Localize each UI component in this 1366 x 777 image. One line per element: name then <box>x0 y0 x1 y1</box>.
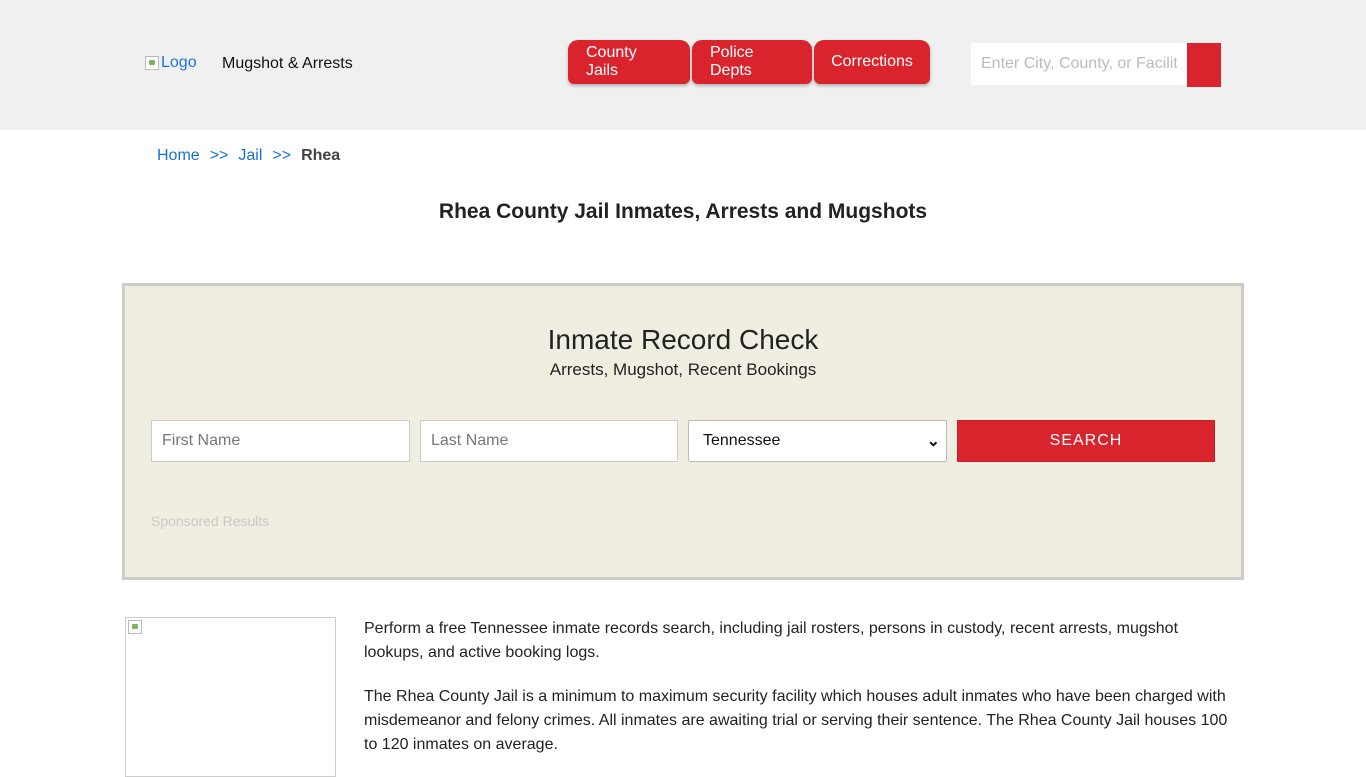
site-header: Logo Mugshot & Arrests County Jails Poli… <box>0 0 1366 130</box>
search-button[interactable]: SEARCH <box>957 420 1215 462</box>
panel-subtitle: Arrests, Mugshot, Recent Bookings <box>549 360 817 379</box>
breadcrumb-separator: >> <box>209 147 229 164</box>
last-name-input[interactable] <box>420 420 678 462</box>
content-paragraph: Perform a free Tennessee inmate records … <box>364 620 1179 661</box>
facility-search-button[interactable] <box>1187 43 1221 87</box>
state-select-value: Tennessee <box>703 432 781 449</box>
breadcrumb-current: Rhea <box>301 147 341 164</box>
breadcrumb-home[interactable]: Home <box>157 147 200 165</box>
nav-tab-county-jails[interactable]: County Jails <box>568 40 690 84</box>
breadcrumb: Home >> Jail >> Rhea <box>157 147 340 165</box>
logo-alt-text: Logo <box>161 54 197 71</box>
content-paragraph: The Rhea County Jail is a minimum to max… <box>364 688 1228 753</box>
site-name-link[interactable]: Mugshot & Arrests <box>222 55 353 73</box>
panel-title: Inmate Record Check <box>547 324 819 355</box>
broken-image-icon <box>128 620 142 634</box>
chevron-down-icon: ⌄ <box>926 433 940 450</box>
facility-search-input[interactable] <box>971 43 1187 85</box>
nav-tab-corrections[interactable]: Corrections <box>814 40 930 84</box>
state-select[interactable]: Tennessee ⌄ <box>688 420 947 462</box>
sponsored-label: Sponsored Results <box>151 513 270 529</box>
first-name-input[interactable] <box>151 420 410 462</box>
page-title: Rhea County Jail Inmates, Arrests and Mu… <box>438 200 928 223</box>
facility-image <box>125 617 336 777</box>
main-nav: County Jails Police Depts Corrections <box>568 40 932 84</box>
breadcrumb-separator: >> <box>272 147 292 164</box>
broken-image-icon <box>145 56 159 70</box>
breadcrumb-jail[interactable]: Jail <box>238 147 262 165</box>
inmate-record-check-panel: Inmate Record Check Arrests, Mugshot, Re… <box>122 283 1244 580</box>
content-body: Perform a free Tennessee inmate records … <box>364 617 1234 777</box>
nav-tab-police-depts[interactable]: Police Depts <box>692 40 812 84</box>
logo-link[interactable]: Logo <box>145 54 197 72</box>
